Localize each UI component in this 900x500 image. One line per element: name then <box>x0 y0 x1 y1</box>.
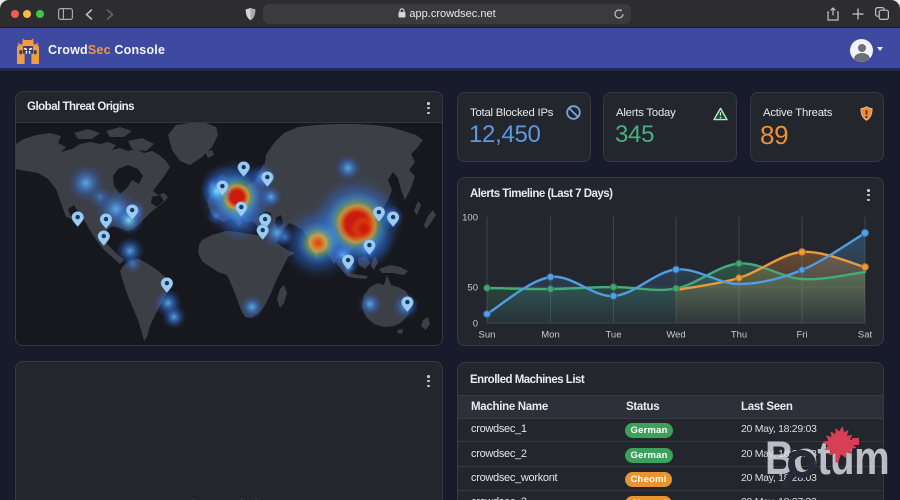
svg-text:50: 50 <box>467 283 478 294</box>
svg-text:Wed: Wed <box>666 330 685 341</box>
svg-text:Tue: Tue <box>605 330 621 341</box>
svg-text:0: 0 <box>473 319 478 330</box>
svg-text:Fri: Fri <box>796 330 807 341</box>
svg-text:Mon: Mon <box>541 330 559 341</box>
svg-text:Sat: Sat <box>858 330 873 341</box>
svg-text:100: 100 <box>462 213 478 224</box>
svg-text:Sun: Sun <box>479 330 496 341</box>
svg-text:Thu: Thu <box>731 330 747 341</box>
